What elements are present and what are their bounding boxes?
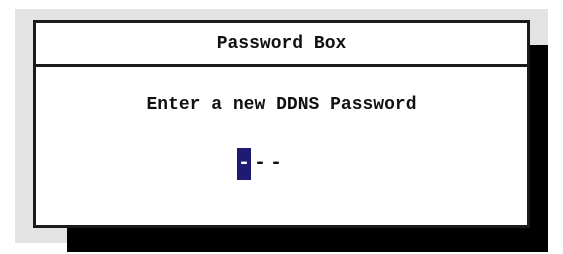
prompt-text: Enter a new DDNS Password: [146, 95, 417, 115]
dialog-title-bar: Password Box: [36, 23, 527, 67]
password-input[interactable]: - - -: [237, 148, 285, 180]
password-char-slot-1[interactable]: -: [237, 148, 251, 180]
dialog-title: Password Box: [216, 33, 347, 54]
password-dialog: Password Box Enter a new DDNS Password -…: [33, 20, 530, 228]
password-char-slot-2[interactable]: -: [253, 148, 267, 180]
password-char-slot-3[interactable]: -: [269, 148, 283, 180]
screen: Password Box Enter a new DDNS Password -…: [0, 0, 563, 254]
